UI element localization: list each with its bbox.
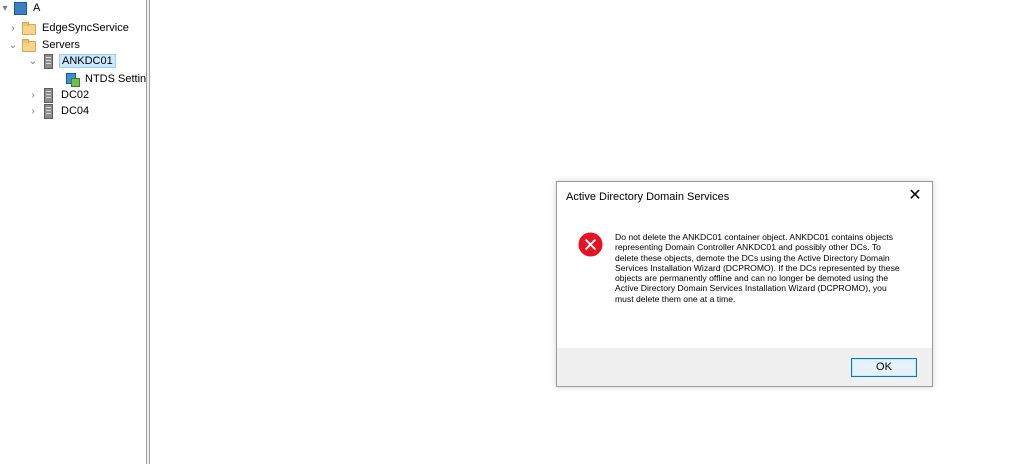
ok-button[interactable]: OK [851,358,917,377]
chevron-down-icon[interactable]: ⌄ [28,56,38,67]
chevron-down-icon[interactable]: ▾ [0,3,10,14]
tree-item-servers[interactable]: ⌄ Servers [8,37,82,53]
chevron-down-icon[interactable]: ⌄ [8,40,18,51]
error-dialog: Active Directory Domain Services ✕ Do no… [556,181,933,387]
tree-item-ankdc01[interactable]: ⌄ ANKDC01 [28,53,116,69]
dialog-title: Active Directory Domain Services [566,191,730,203]
tree-item-label: A [33,2,41,14]
folder-icon [22,21,36,35]
tree-item-label: DC02 [61,89,90,101]
dialog-message: Do not delete the ANKDC01 container obje… [615,232,900,304]
tree-item-label: EdgeSyncService [42,22,129,34]
ntds-settings-icon [66,72,80,87]
tree-item-dc04[interactable]: › DC04 [28,103,91,119]
tree-item-edgesyncservice[interactable]: › EdgeSyncService [8,20,131,36]
tree-item-label: DC04 [61,105,90,117]
tree-item-domain[interactable]: ▾ A [0,0,42,16]
tree-item-ntds-settings[interactable]: NTDS Settings [62,71,146,87]
tree-item-label-selected: ANKDC01 [59,54,116,68]
domain-icon [14,1,27,15]
server-icon [44,87,53,103]
dialog-footer: OK [557,348,932,386]
server-icon [44,53,53,69]
tree-view[interactable]: ▾ A › EdgeSyncService ⌄ Servers ⌄ ANKDC0… [0,0,146,464]
chevron-right-icon[interactable]: › [8,23,18,34]
error-icon [578,232,603,257]
tree-item-label: NTDS Settings [85,73,146,85]
folder-icon [22,38,36,52]
server-icon [44,103,53,119]
close-button[interactable]: ✕ [904,186,926,206]
tree-item-dc02[interactable]: › DC02 [28,87,91,103]
chevron-right-icon[interactable]: › [28,90,38,101]
chevron-right-icon[interactable]: › [28,106,38,117]
pane-splitter[interactable] [146,0,150,464]
tree-item-label: Servers [42,39,80,51]
